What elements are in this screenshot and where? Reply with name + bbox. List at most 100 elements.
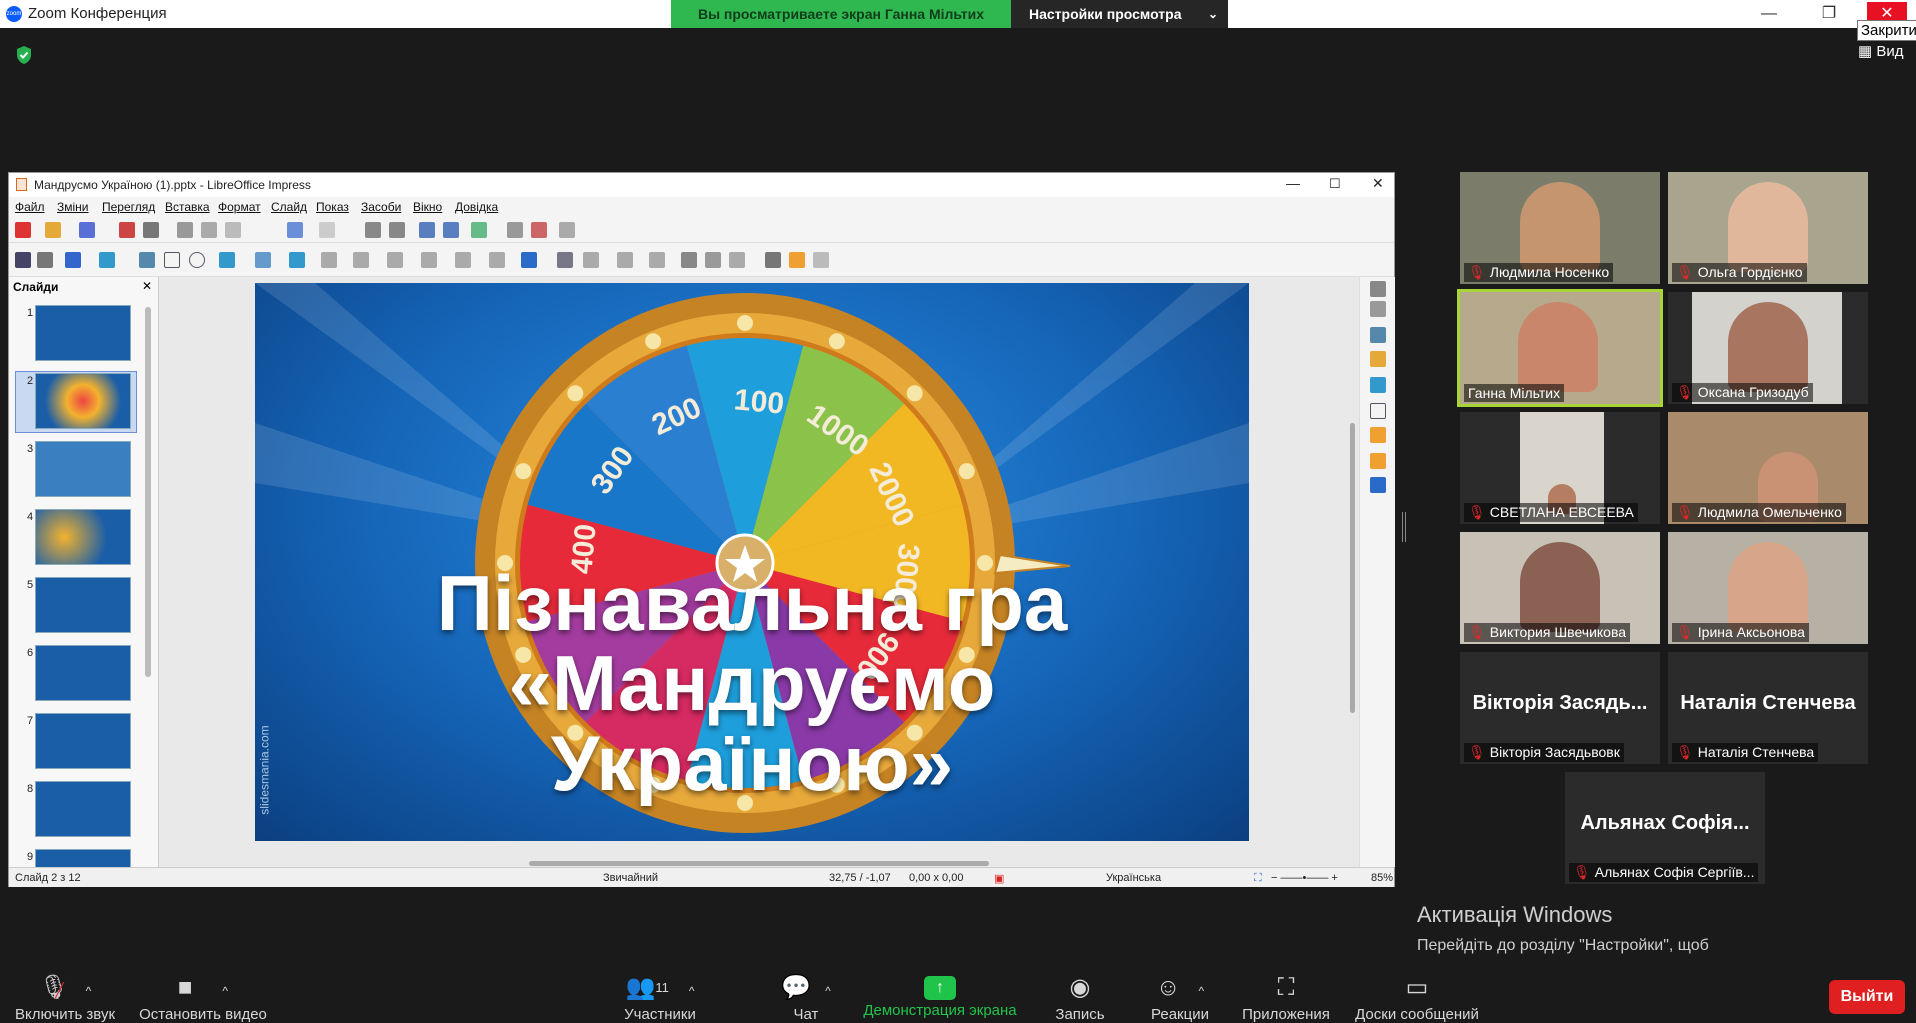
reactions-button[interactable]: ☺ ^ Реакции [1146,972,1214,1023]
export-pdf-icon[interactable] [119,222,135,238]
fit-slide-icon[interactable]: ⛶ [1254,872,1262,885]
zoom-slider[interactable]: − ——•—— + [1271,872,1338,884]
symbol-shapes-icon[interactable] [353,252,369,268]
new-icon[interactable] [15,222,31,238]
crop-icon[interactable] [705,252,721,268]
paste-icon[interactable] [225,222,241,238]
fill-color-icon[interactable] [99,252,115,268]
apps-button[interactable]: ⛶ Приложения [1238,972,1334,1023]
view-button[interactable]: ▦ Вид [1858,42,1904,60]
menu-view[interactable]: Перегляд [102,200,155,214]
view-options-button[interactable]: Настройки просмотра ⌄ [1011,0,1228,28]
stars-icon[interactable] [489,252,505,268]
distribute-icon[interactable] [649,252,665,268]
navigator-icon[interactable] [1370,377,1386,393]
lo-minimize-icon[interactable]: — [1286,175,1300,191]
close-pane-icon[interactable]: ✕ [142,279,152,293]
arrow-line-icon[interactable] [219,252,235,268]
image-icon[interactable] [443,222,459,238]
whiteboards-button[interactable]: ▭ Доски сообщений [1350,972,1484,1023]
slide[interactable]: 100 1000 2000 3000 900 200 300 400 Пізнавальна … [255,283,1249,841]
menu-format[interactable]: Формат [218,200,261,214]
zoom-icon[interactable] [37,252,53,268]
chat-button[interactable]: 💬 ^ Чат [776,972,836,1023]
slide-thumbnail[interactable] [35,645,131,701]
status-language[interactable]: Українська [1106,872,1161,884]
select-icon[interactable] [15,252,31,268]
participant-tile[interactable]: Наталія Стенчева 🎙 Наталія Стенчева [1668,652,1868,764]
lo-maximize-icon[interactable]: ☐ [1329,176,1341,192]
callouts-icon[interactable] [455,252,471,268]
participant-tile[interactable]: 🎙 Ольга Гордієнко [1668,172,1868,284]
slide-thumbnail[interactable] [35,849,131,867]
undo-icon[interactable] [287,222,303,238]
menu-show[interactable]: Показ [316,200,349,214]
slides-scrollbar[interactable] [145,307,151,677]
lo-close-icon[interactable]: ✕ [1372,175,1384,192]
animation-icon[interactable] [1370,453,1386,469]
curve-icon[interactable] [255,252,271,268]
filter-icon[interactable] [729,252,745,268]
share-screen-button[interactable]: ↑ Демонстрация экрана [860,972,1020,1019]
redo-icon[interactable] [319,222,335,238]
basic-shapes-icon[interactable] [321,252,337,268]
arrange-icon[interactable] [617,252,633,268]
glue-icon[interactable] [789,252,805,268]
slide-thumbnail[interactable] [35,577,131,633]
line-color-icon[interactable] [65,252,81,268]
rectangle-icon[interactable] [164,252,180,268]
stop-video-button[interactable]: ■ ^ Остановить видео [136,972,270,1023]
slide-thumbnail[interactable] [35,509,131,565]
master-slides-icon[interactable] [1370,477,1386,493]
record-button[interactable]: ◉ Запись [1050,972,1110,1023]
spellcheck-icon[interactable] [389,222,405,238]
menu-help[interactable]: Довідка [455,200,498,214]
minimize-icon[interactable]: — [1747,2,1791,26]
participant-tile[interactable]: 🎙 Ірина Аксьонова [1668,532,1868,644]
slide-thumbnail[interactable] [35,441,131,497]
gallery-icon[interactable] [1370,351,1386,367]
slide-thumbnail[interactable] [35,305,131,361]
participant-tile[interactable]: Вікторія Засядь... 🎙 Вікторія Засядьвовк [1460,652,1660,764]
flowchart-icon[interactable] [421,252,437,268]
connector-icon[interactable] [289,252,305,268]
participant-tile[interactable]: 🎙 Виктория Швечикова [1460,532,1660,644]
modified-icon[interactable]: ▣ [994,872,1004,885]
participants-button[interactable]: 👥11 ^ Участники [612,972,708,1023]
menu-slide[interactable]: Слайд [271,200,307,214]
open-icon[interactable] [45,222,61,238]
properties-icon[interactable] [1370,301,1386,317]
shadow-icon[interactable] [681,252,697,268]
cut-icon[interactable] [177,222,193,238]
menu-window[interactable]: Вікно [413,200,442,214]
slide-thumbnail[interactable] [35,781,131,837]
transformations-icon[interactable] [557,252,573,268]
table-icon[interactable] [419,222,435,238]
slide-transition-icon[interactable] [1370,427,1386,443]
status-zoom[interactable]: 85% [1371,872,1393,884]
participant-tile[interactable]: 🎙 Людмила Носенко [1460,172,1660,284]
align-icon[interactable] [583,252,599,268]
slide-thumbnail[interactable] [35,713,131,769]
menu-edit[interactable]: Зміни [57,200,89,214]
chart-icon[interactable] [471,222,487,238]
menu-file[interactable]: Файл [15,200,45,214]
participant-tile[interactable]: 🎙 Людмила Омельченко [1668,412,1868,524]
copy-icon[interactable] [201,222,217,238]
participant-tile-active-speaker[interactable]: Ганна Мільтих [1457,289,1663,407]
slide-thumbnail[interactable] [35,373,131,429]
3d-objects-icon[interactable] [521,252,537,268]
line-icon[interactable] [139,252,155,268]
participant-tile[interactable]: 🎙 СВЕТЛАНА ЕВСЕЕВА [1460,412,1660,524]
menu-tools[interactable]: Засоби [361,200,401,214]
points-icon[interactable] [765,252,781,268]
ellipse-icon[interactable] [189,252,205,268]
participant-tile[interactable]: Альянах Софія... 🎙 Альянах Софія Сергіїв.… [1565,772,1765,884]
sidebar-menu-icon[interactable] [1370,281,1386,297]
block-arrows-icon[interactable] [387,252,403,268]
horizontal-scrollbar[interactable] [529,861,989,866]
helplines-icon[interactable] [531,222,547,238]
print-icon[interactable] [143,222,159,238]
restore-icon[interactable]: ❐ [1807,2,1851,26]
vertical-scrollbar[interactable] [1350,423,1355,713]
